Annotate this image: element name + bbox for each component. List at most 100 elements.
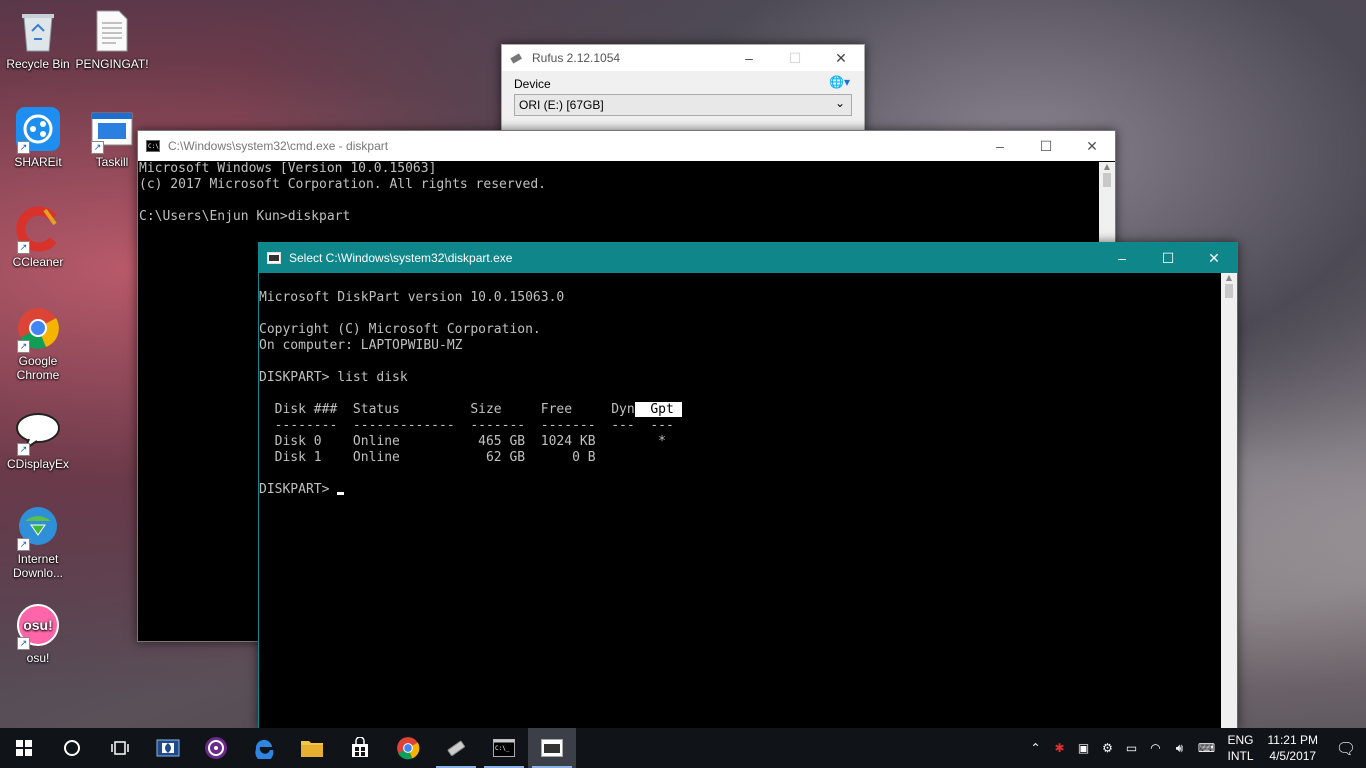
device-select-value: ORI (E:) [67GB] <box>519 98 604 112</box>
table-row: Disk 1 Online 62 GB 0 B <box>259 450 596 465</box>
wifi-icon[interactable]: ◠ <box>1144 728 1168 768</box>
table-header-text: Disk ### Status Size Free Dyn <box>259 402 635 417</box>
scroll-up-icon[interactable]: ▲ <box>1099 162 1115 171</box>
desktop-icon-pengingat[interactable]: PENGINGAT! <box>74 8 150 71</box>
lang-top: ENG <box>1227 733 1254 747</box>
minimize-button[interactable]: – <box>977 131 1023 161</box>
console-line: Copyright (C) Microsoft Corporation. <box>259 322 541 337</box>
shortcut-arrow-icon: ↗ <box>91 141 104 154</box>
console-line: Microsoft DiskPart version 10.0.15063.0 <box>259 290 565 305</box>
taskbar-store[interactable] <box>336 728 384 768</box>
close-button[interactable]: ✕ <box>818 45 864 71</box>
system-tray: ⌃ ✱ ▣ ⚙ ▭ ◠ 🔊︎ ⌨ ENG INTL 11:21 PM 4/5/2… <box>1024 728 1366 768</box>
text-file-icon <box>89 8 135 54</box>
action-center-icon[interactable]: 🗨︎ <box>1326 728 1366 768</box>
volume-icon[interactable]: 🔊︎ <box>1168 728 1192 768</box>
prompt-line[interactable]: DISKPART> <box>259 482 1237 498</box>
rufus-titlebar[interactable]: Rufus 2.12.1054 – ☐ ✕ <box>502 45 864 71</box>
diskpart-icon <box>541 739 563 757</box>
console-line: Microsoft Windows [Version 10.0.15063] <box>139 161 437 176</box>
taskill-icon: ↗ <box>89 106 135 154</box>
display-icon[interactable]: ▣ <box>1072 728 1096 768</box>
taskbar-dolby[interactable] <box>144 728 192 768</box>
taskbar-file-explorer[interactable] <box>288 728 336 768</box>
clock[interactable]: 11:21 PM 4/5/2017 <box>1260 732 1326 764</box>
desktop-icon-idm[interactable]: ↗ Internet Downlo... <box>0 503 76 580</box>
desktop-icon-cdisplayex[interactable]: ↗ CDisplayEx <box>0 408 76 471</box>
desktop-icon-osu[interactable]: osu! ↗ osu! <box>0 602 76 665</box>
cdisplayex-icon: ↗ <box>15 408 61 456</box>
language-indicator[interactable]: ENG INTL <box>1222 732 1260 764</box>
scroll-up-icon[interactable]: ▲ <box>1221 273 1237 282</box>
taskbar-media-player[interactable] <box>192 728 240 768</box>
cmd-console[interactable]: Microsoft Windows [Version 10.0.15063] (… <box>138 161 1115 225</box>
recycle-bin-icon <box>15 8 61 54</box>
maximize-button[interactable]: ☐ <box>772 45 818 71</box>
start-button[interactable] <box>0 728 48 768</box>
store-icon <box>352 737 368 757</box>
scroll-thumb[interactable] <box>1225 284 1233 298</box>
taskbar: C:\_ ⌃ ✱ ▣ ⚙ ▭ ◠ 🔊︎ ⌨ ENG INTL 11:21 PM … <box>0 728 1366 768</box>
desktop-icon-label: Recycle Bin <box>6 57 70 71</box>
taskbar-edge[interactable] <box>240 728 288 768</box>
file-explorer-icon <box>301 741 323 757</box>
ccleaner-icon: ↗ <box>15 206 61 254</box>
svg-text:C:\: C:\ <box>148 143 159 150</box>
desktop-icon-recycle-bin[interactable]: Recycle Bin <box>0 8 76 71</box>
task-view-icon <box>111 741 129 755</box>
desktop-icon-label: PENGINGAT! <box>75 57 149 71</box>
desktop-icon-shareit[interactable]: ↗ SHAREit <box>0 106 76 169</box>
close-button[interactable]: ✕ <box>1069 131 1115 161</box>
clock-date: 4/5/2017 <box>1269 749 1317 763</box>
task-view-button[interactable] <box>96 728 144 768</box>
diskpart-window[interactable]: Select C:\Windows\system32\diskpart.exe … <box>258 242 1238 730</box>
desktop-icon-label: SHAREit <box>14 155 62 169</box>
cortana-icon <box>64 740 80 756</box>
device-select[interactable]: ORI (E:) [67GB] ⌄ <box>514 94 852 116</box>
shareit-icon: ↗ <box>15 106 61 154</box>
battery-icon[interactable]: ▭ <box>1120 728 1144 768</box>
network-app-icon[interactable]: ✱ <box>1048 728 1072 768</box>
scrollbar[interactable]: ▲ <box>1221 273 1237 729</box>
cmd-icon: C:\ <box>146 140 160 152</box>
chevron-down-icon: ⌄ <box>834 96 845 110</box>
rufus-window[interactable]: Rufus 2.12.1054 – ☐ ✕ Device 🌐▾ ORI (E:)… <box>501 44 865 136</box>
dolby-icon <box>156 739 180 757</box>
diskpart-titlebar[interactable]: Select C:\Windows\system32\diskpart.exe … <box>259 243 1237 273</box>
keyboard-icon[interactable]: ⌨ <box>1192 728 1222 768</box>
cmd-titlebar[interactable]: C:\ C:\Windows\system32\cmd.exe - diskpa… <box>138 131 1115 161</box>
desktop-icon-chrome[interactable]: ↗ Google Chrome <box>0 305 76 382</box>
settings-icon[interactable]: ⚙ <box>1096 728 1120 768</box>
taskbar-diskpart[interactable] <box>528 728 576 768</box>
diskpart-console[interactable]: Microsoft DiskPart version 10.0.15063.0 … <box>259 273 1237 498</box>
console-line: (c) 2017 Microsoft Corporation. All righ… <box>139 177 546 192</box>
text-cursor <box>337 492 345 495</box>
desktop-icon-label: CDisplayEx <box>6 457 69 471</box>
usb-drive-icon <box>510 52 524 64</box>
scrollbar[interactable]: ▲ <box>1099 162 1115 242</box>
language-icon[interactable]: 🌐▾ <box>829 75 850 89</box>
maximize-button[interactable]: ☐ <box>1145 243 1191 273</box>
shortcut-arrow-icon: ↗ <box>17 443 30 456</box>
diskpart-title: Select C:\Windows\system32\diskpart.exe <box>289 251 513 265</box>
disk-table-header: Disk ### Status Size Free Dyn Gpt <box>259 402 1237 418</box>
desktop-icon-label: Internet Downlo... <box>12 552 64 580</box>
desktop-icon-label: Google Chrome <box>16 354 60 382</box>
desktop-icon-ccleaner[interactable]: ↗ CCleaner <box>0 206 76 269</box>
maximize-button[interactable]: ☐ <box>1023 131 1069 161</box>
lang-bottom: INTL <box>1227 749 1254 763</box>
chevron-up-icon[interactable]: ⌃ <box>1024 728 1048 768</box>
taskbar-chrome[interactable] <box>384 728 432 768</box>
taskbar-rufus[interactable] <box>432 728 480 768</box>
close-button[interactable]: ✕ <box>1191 243 1237 273</box>
edge-icon <box>255 739 274 759</box>
chrome-icon <box>397 737 420 760</box>
svg-text:C:\_: C:\_ <box>495 745 510 752</box>
cortana-button[interactable] <box>48 728 96 768</box>
taskbar-cmd[interactable]: C:\_ <box>480 728 528 768</box>
disk-table-separator: -------- ------------- ------- ------- -… <box>259 418 674 433</box>
scroll-thumb[interactable] <box>1103 173 1111 187</box>
minimize-button[interactable]: – <box>1099 243 1145 273</box>
minimize-button[interactable]: – <box>726 45 772 71</box>
